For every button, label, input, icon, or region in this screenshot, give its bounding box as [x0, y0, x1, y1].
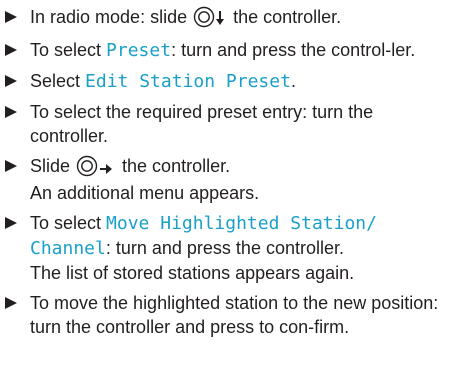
triangle-bullet-icon — [5, 11, 17, 23]
triangle-bullet-icon — [5, 106, 17, 118]
step-2: To select Preset: turn and press the con… — [0, 38, 460, 63]
controller-knob-icon — [193, 6, 215, 28]
menu-item-edit-station-preset: Edit Station Preset — [85, 71, 291, 92]
step-4-text: To select the required preset entry: tur… — [30, 102, 374, 146]
step-7-text: To move the highlighted station to the n… — [30, 293, 439, 337]
step-2-text-pre: To select — [30, 40, 107, 60]
step-3-text-post: . — [290, 71, 296, 91]
triangle-bullet-icon — [5, 217, 17, 229]
step-5-text-pre: Slide — [30, 156, 76, 176]
step-1-text-pre: In radio mode: slide — [30, 7, 193, 27]
step-1: In radio mode: slide the controller. — [0, 5, 460, 32]
step-3: Select Edit Station Preset. — [0, 69, 460, 94]
step-5: Slide the controller. An additional menu… — [0, 154, 460, 205]
step-6-result: The list of stored stations appears agai… — [30, 263, 355, 283]
triangle-bullet-icon — [5, 75, 17, 87]
menu-item-preset: Preset — [106, 40, 172, 61]
step-6: To select Move Highlighted Station/ Chan… — [0, 211, 460, 285]
step-5-text-post: the controller. — [117, 156, 231, 176]
controller-knob-icon — [76, 155, 98, 177]
instruction-page: In radio mode: slide the controller. To … — [0, 0, 460, 392]
step-2-text-post: : turn and press the control-ler. — [171, 40, 416, 60]
step-4: To select the required preset entry: tur… — [0, 100, 460, 148]
arrow-down-icon — [216, 8, 225, 32]
step-3-text-pre: Select — [30, 71, 86, 91]
triangle-bullet-icon — [5, 44, 17, 56]
triangle-bullet-icon — [5, 160, 17, 172]
step-1-text-post: the controller. — [228, 7, 342, 27]
arrow-right-icon — [99, 157, 113, 181]
triangle-bullet-icon — [5, 297, 17, 309]
step-5-result: An additional menu appears. — [30, 183, 260, 203]
step-6-text-post: : turn and press the controller. — [105, 238, 344, 258]
step-7: To move the highlighted station to the n… — [0, 291, 460, 339]
step-6-text-pre: To select — [30, 213, 107, 233]
